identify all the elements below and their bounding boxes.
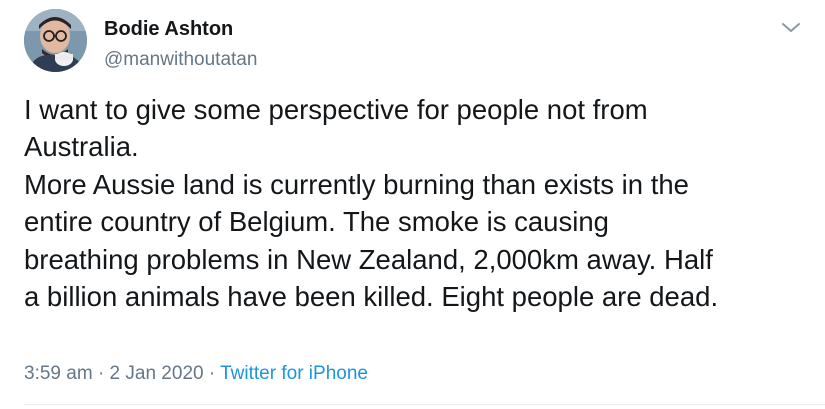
meta-separator: · — [209, 363, 220, 384]
tweet-text-line: I want to give some perspective for peop… — [24, 94, 648, 125]
author-handle[interactable]: @manwithoutatan — [104, 49, 257, 71]
avatar-image — [24, 9, 87, 72]
tweet-source-link[interactable]: Twitter for iPhone — [220, 363, 368, 384]
tweet-card: Bodie Ashton @manwithoutatan I want to g… — [0, 0, 825, 409]
avatar[interactable] — [24, 9, 87, 72]
tweet-date[interactable]: 2 Jan 2020 — [110, 363, 204, 384]
divider — [24, 404, 825, 405]
tweet-text-line: entire country of Belgium. The smoke is … — [24, 206, 609, 238]
tweet-text-line: More Aussie land is currently burning th… — [24, 168, 689, 200]
chevron-down-icon[interactable] — [779, 19, 803, 37]
tweet-text-line: breathing problems in New Zealand, 2,000… — [24, 243, 713, 275]
tweet-time[interactable]: 3:59 am — [24, 363, 93, 384]
tweet-text: I want to give some perspective for peop… — [24, 91, 814, 315]
tweet-meta: 3:59 am · 2 Jan 2020 · Twitter for iPhon… — [24, 363, 368, 385]
meta-separator: · — [98, 363, 110, 384]
meta-separator-dot: · — [97, 363, 105, 384]
tweet-text-line: Australia. — [24, 131, 139, 163]
author-name[interactable]: Bodie Ashton — [104, 18, 233, 41]
tweet-text-line: a billion animals have been killed. Eigh… — [24, 281, 719, 313]
meta-separator-dot: · — [208, 363, 216, 384]
